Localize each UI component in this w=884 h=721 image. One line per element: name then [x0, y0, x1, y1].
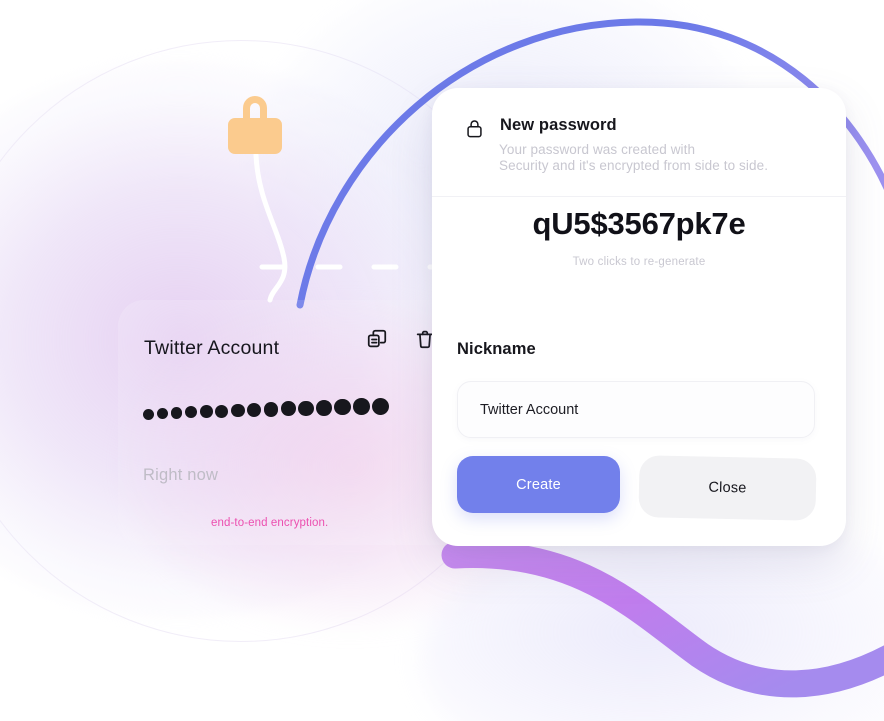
- password-dot: [156, 407, 169, 420]
- password-dot: [280, 401, 296, 417]
- nickname-input[interactable]: [457, 381, 815, 438]
- password-dot: [143, 408, 154, 420]
- nickname-label: Nickname: [457, 340, 536, 358]
- dialog-title: New password: [500, 116, 617, 134]
- password-dot: [185, 406, 198, 419]
- encryption-note: end-to-end encryption.: [211, 517, 329, 529]
- password-dot: [298, 400, 314, 416]
- dialog-header: New password Your password was created w…: [432, 88, 846, 197]
- password-dot: [263, 402, 279, 417]
- regenerate-hint: Two clicks to re-generate: [572, 256, 706, 268]
- create-button[interactable]: Create: [457, 456, 620, 513]
- lock-icon: [466, 119, 483, 143]
- password-dot: [247, 403, 262, 417]
- masked-password-dots: [143, 396, 390, 426]
- password-dot: [170, 406, 183, 419]
- password-dot: [199, 405, 213, 419]
- purple-wave-curve: [441, 540, 884, 698]
- app-scene: Twitter Account Right now end-to-end enc…: [0, 0, 884, 721]
- password-dot: [231, 403, 245, 418]
- balloon-string: [253, 152, 288, 303]
- password-dot: [316, 399, 332, 416]
- close-button[interactable]: Close: [638, 455, 817, 521]
- copy-icon[interactable]: [366, 328, 388, 350]
- background-glow-bottom: [420, 520, 884, 721]
- password-dot: [334, 399, 351, 416]
- generated-password-block: qU5$3567pk7e Two clicks to re-generate: [432, 206, 846, 268]
- new-password-dialog: New password Your password was created w…: [432, 88, 846, 546]
- account-card-actions: [366, 328, 436, 350]
- password-dot: [353, 398, 370, 415]
- padlock-balloon-icon: [228, 96, 282, 154]
- password-dot: [372, 397, 390, 415]
- dialog-description: Your password was created with Security …: [499, 142, 769, 173]
- password-dot: [215, 404, 229, 418]
- account-card-title: Twitter Account: [144, 337, 280, 359]
- generated-password-value[interactable]: qU5$3567pk7e: [432, 206, 846, 242]
- account-timestamp: Right now: [143, 466, 219, 484]
